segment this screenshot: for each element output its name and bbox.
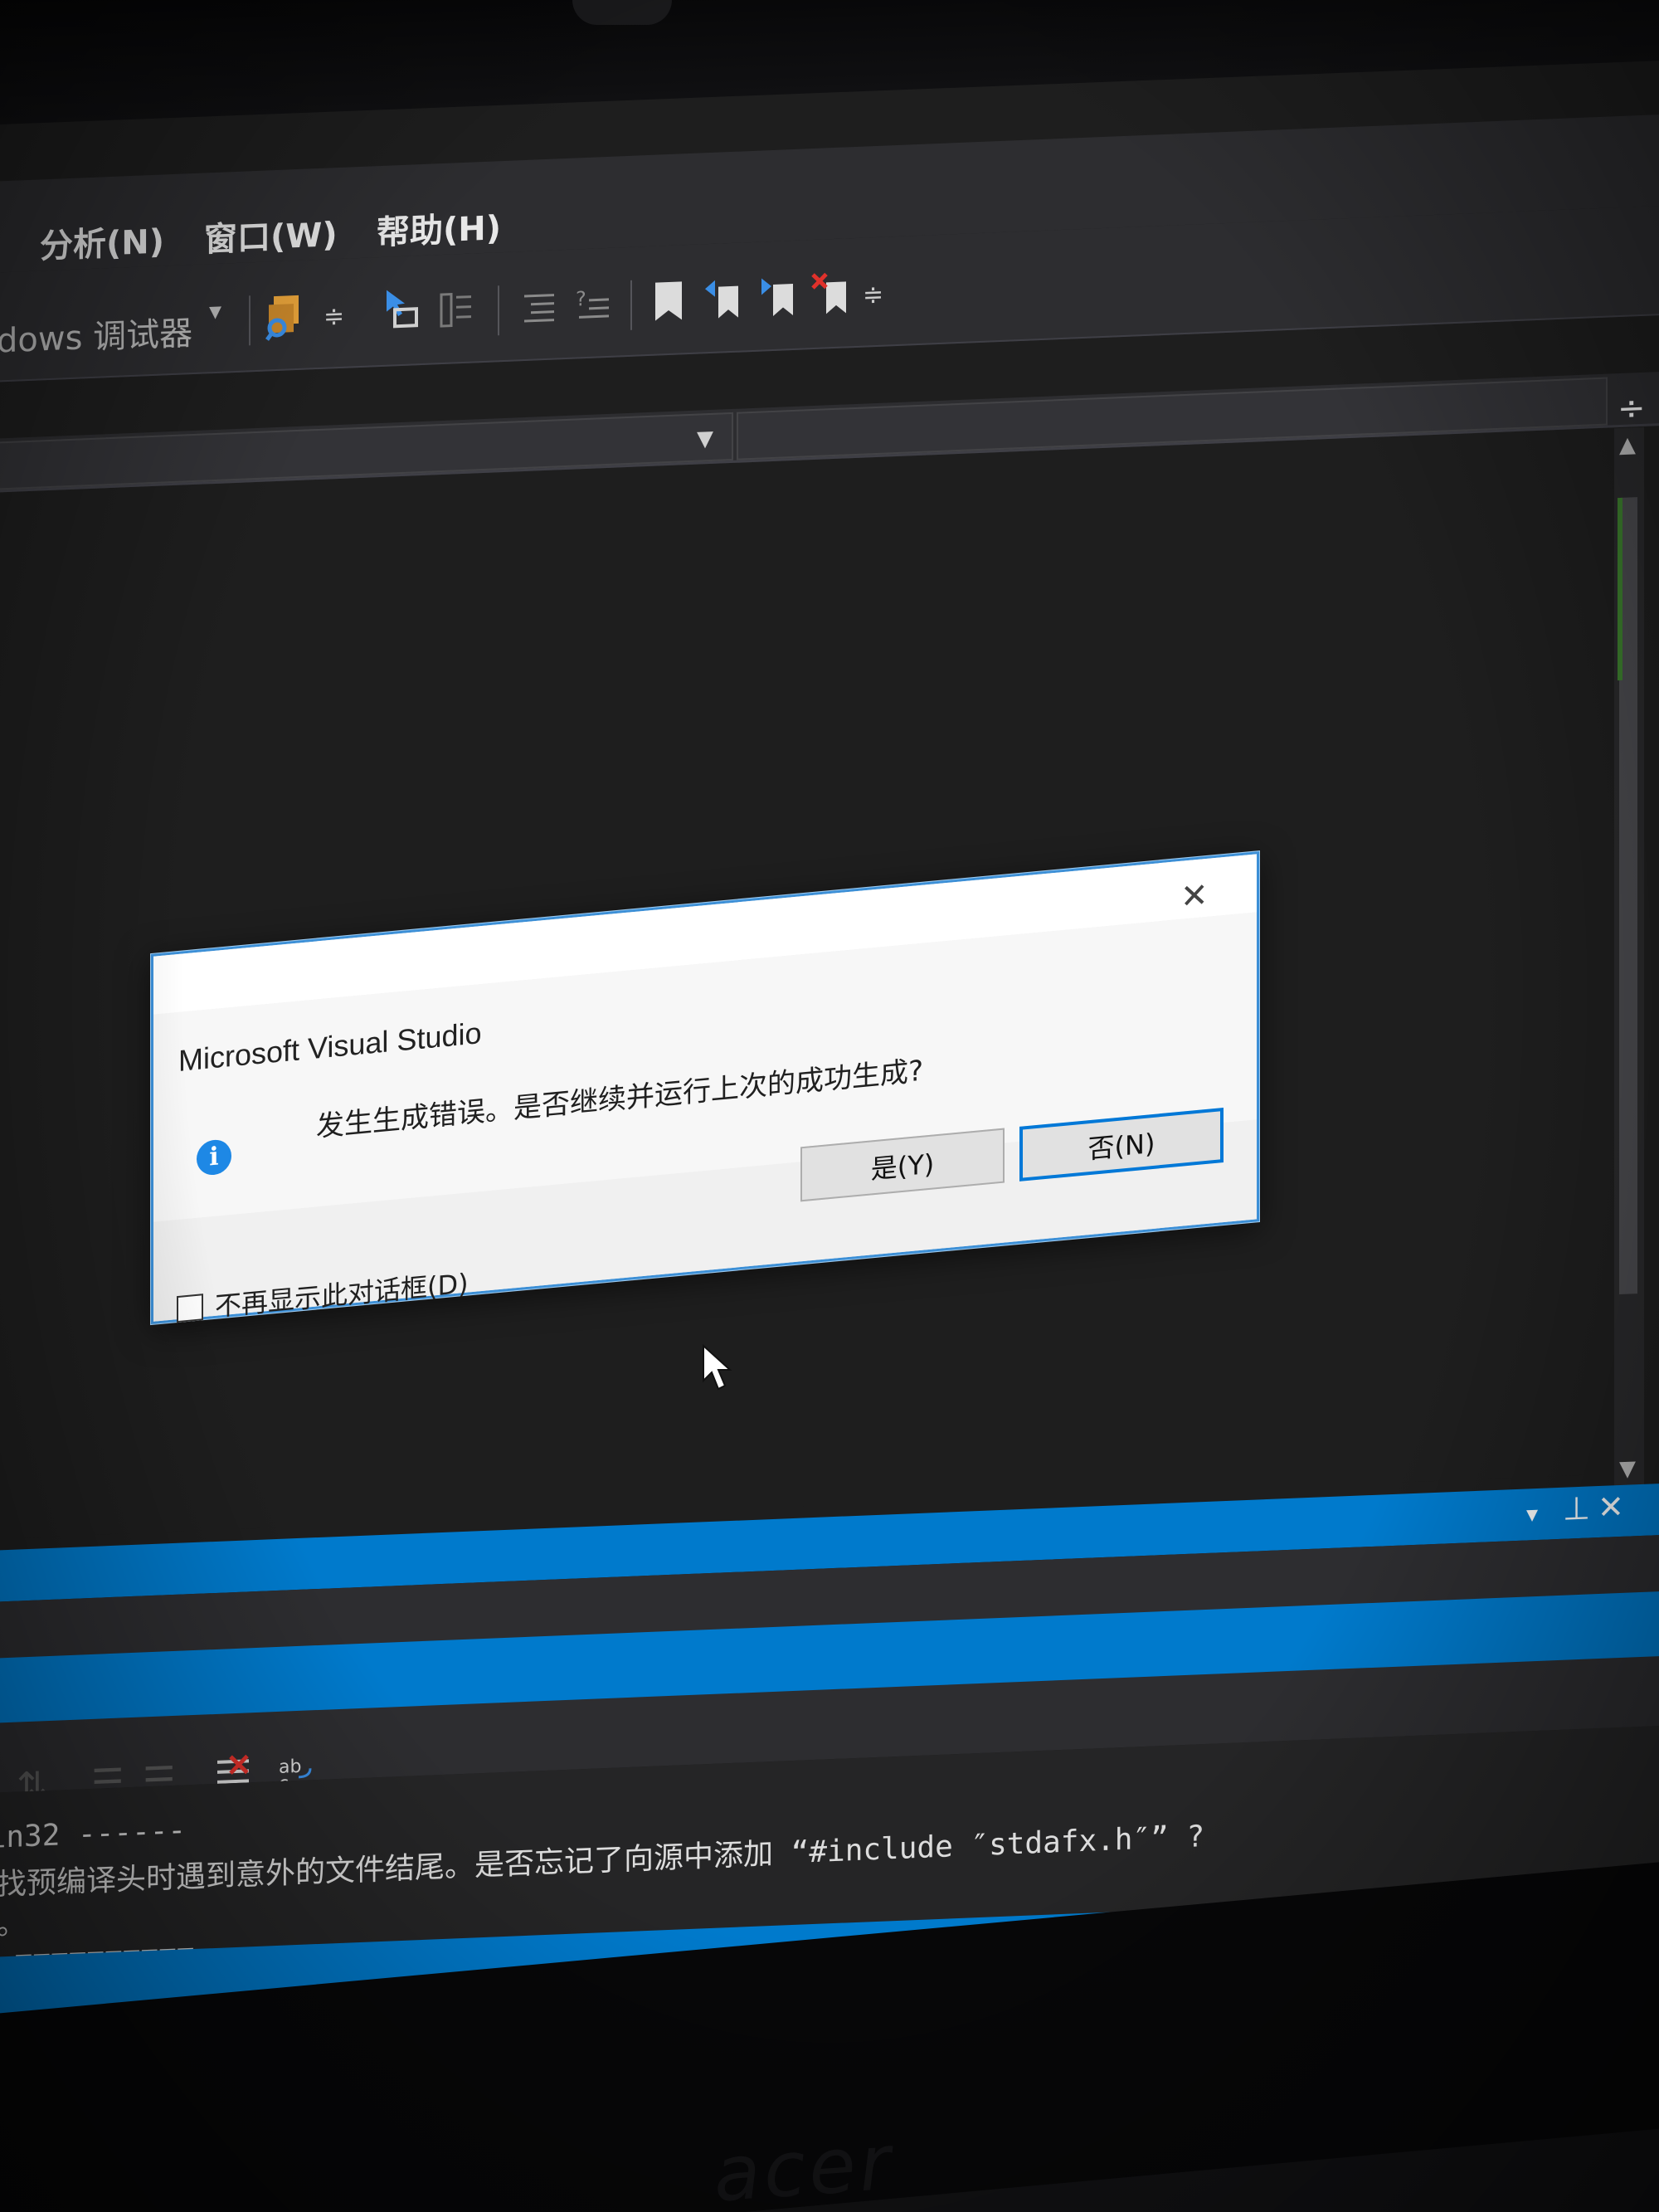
menu-analyze[interactable]: 分析(N): [40, 214, 164, 267]
dont-show-again-checkbox[interactable]: [177, 1294, 203, 1323]
uncomment-lines-icon[interactable]: ?: [572, 280, 612, 329]
split-window-icon[interactable]: ÷: [1618, 388, 1651, 428]
scroll-up-icon[interactable]: ▲: [1619, 432, 1636, 458]
svg-text:?: ?: [576, 287, 586, 311]
toolbar-separator: [249, 295, 251, 346]
bookmark-icon[interactable]: [649, 276, 688, 326]
chevron-down-icon[interactable]: ▼: [697, 426, 713, 452]
select-icon[interactable]: [382, 287, 421, 337]
webcam-notch: [572, 0, 672, 25]
window-position-icon[interactable]: ▾: [1526, 1500, 1538, 1528]
change-tracking-margin: [1618, 497, 1623, 681]
photo-frame: 分析(N) 窗口(W) 帮助(H) dows 调试器 ▾ ≑ ? ≑ ▼ ÷ ▲…: [0, 0, 1659, 2212]
comment-layout-icon[interactable]: [436, 285, 476, 334]
toolbar-separator: [630, 280, 632, 330]
brand-logo: acer: [710, 2117, 897, 2212]
menu-help[interactable]: 帮助(H): [377, 201, 501, 254]
clear-bookmarks-icon[interactable]: [811, 270, 851, 319]
pin-icon[interactable]: ⊥: [1563, 1489, 1590, 1527]
mouse-cursor-icon: [703, 1344, 732, 1391]
close-icon[interactable]: ✕: [1180, 876, 1209, 917]
debugger-selector[interactable]: dows 调试器: [0, 306, 192, 362]
scroll-down-icon[interactable]: ▼: [1619, 1456, 1636, 1482]
close-icon[interactable]: ✕: [1598, 1488, 1624, 1526]
comment-lines-icon[interactable]: [519, 281, 559, 331]
toolbar-overflow-icon[interactable]: ≑: [324, 302, 344, 332]
menu-window[interactable]: 窗口(W): [204, 207, 338, 261]
debugger-dropdown-icon[interactable]: ▾: [209, 297, 221, 327]
previous-bookmark-icon[interactable]: [703, 274, 743, 324]
toolbar-overflow-icon[interactable]: ≑: [863, 280, 883, 310]
next-bookmark-icon[interactable]: [758, 272, 798, 322]
toolbar-separator: [498, 285, 499, 336]
find-in-files-icon[interactable]: [265, 292, 305, 342]
